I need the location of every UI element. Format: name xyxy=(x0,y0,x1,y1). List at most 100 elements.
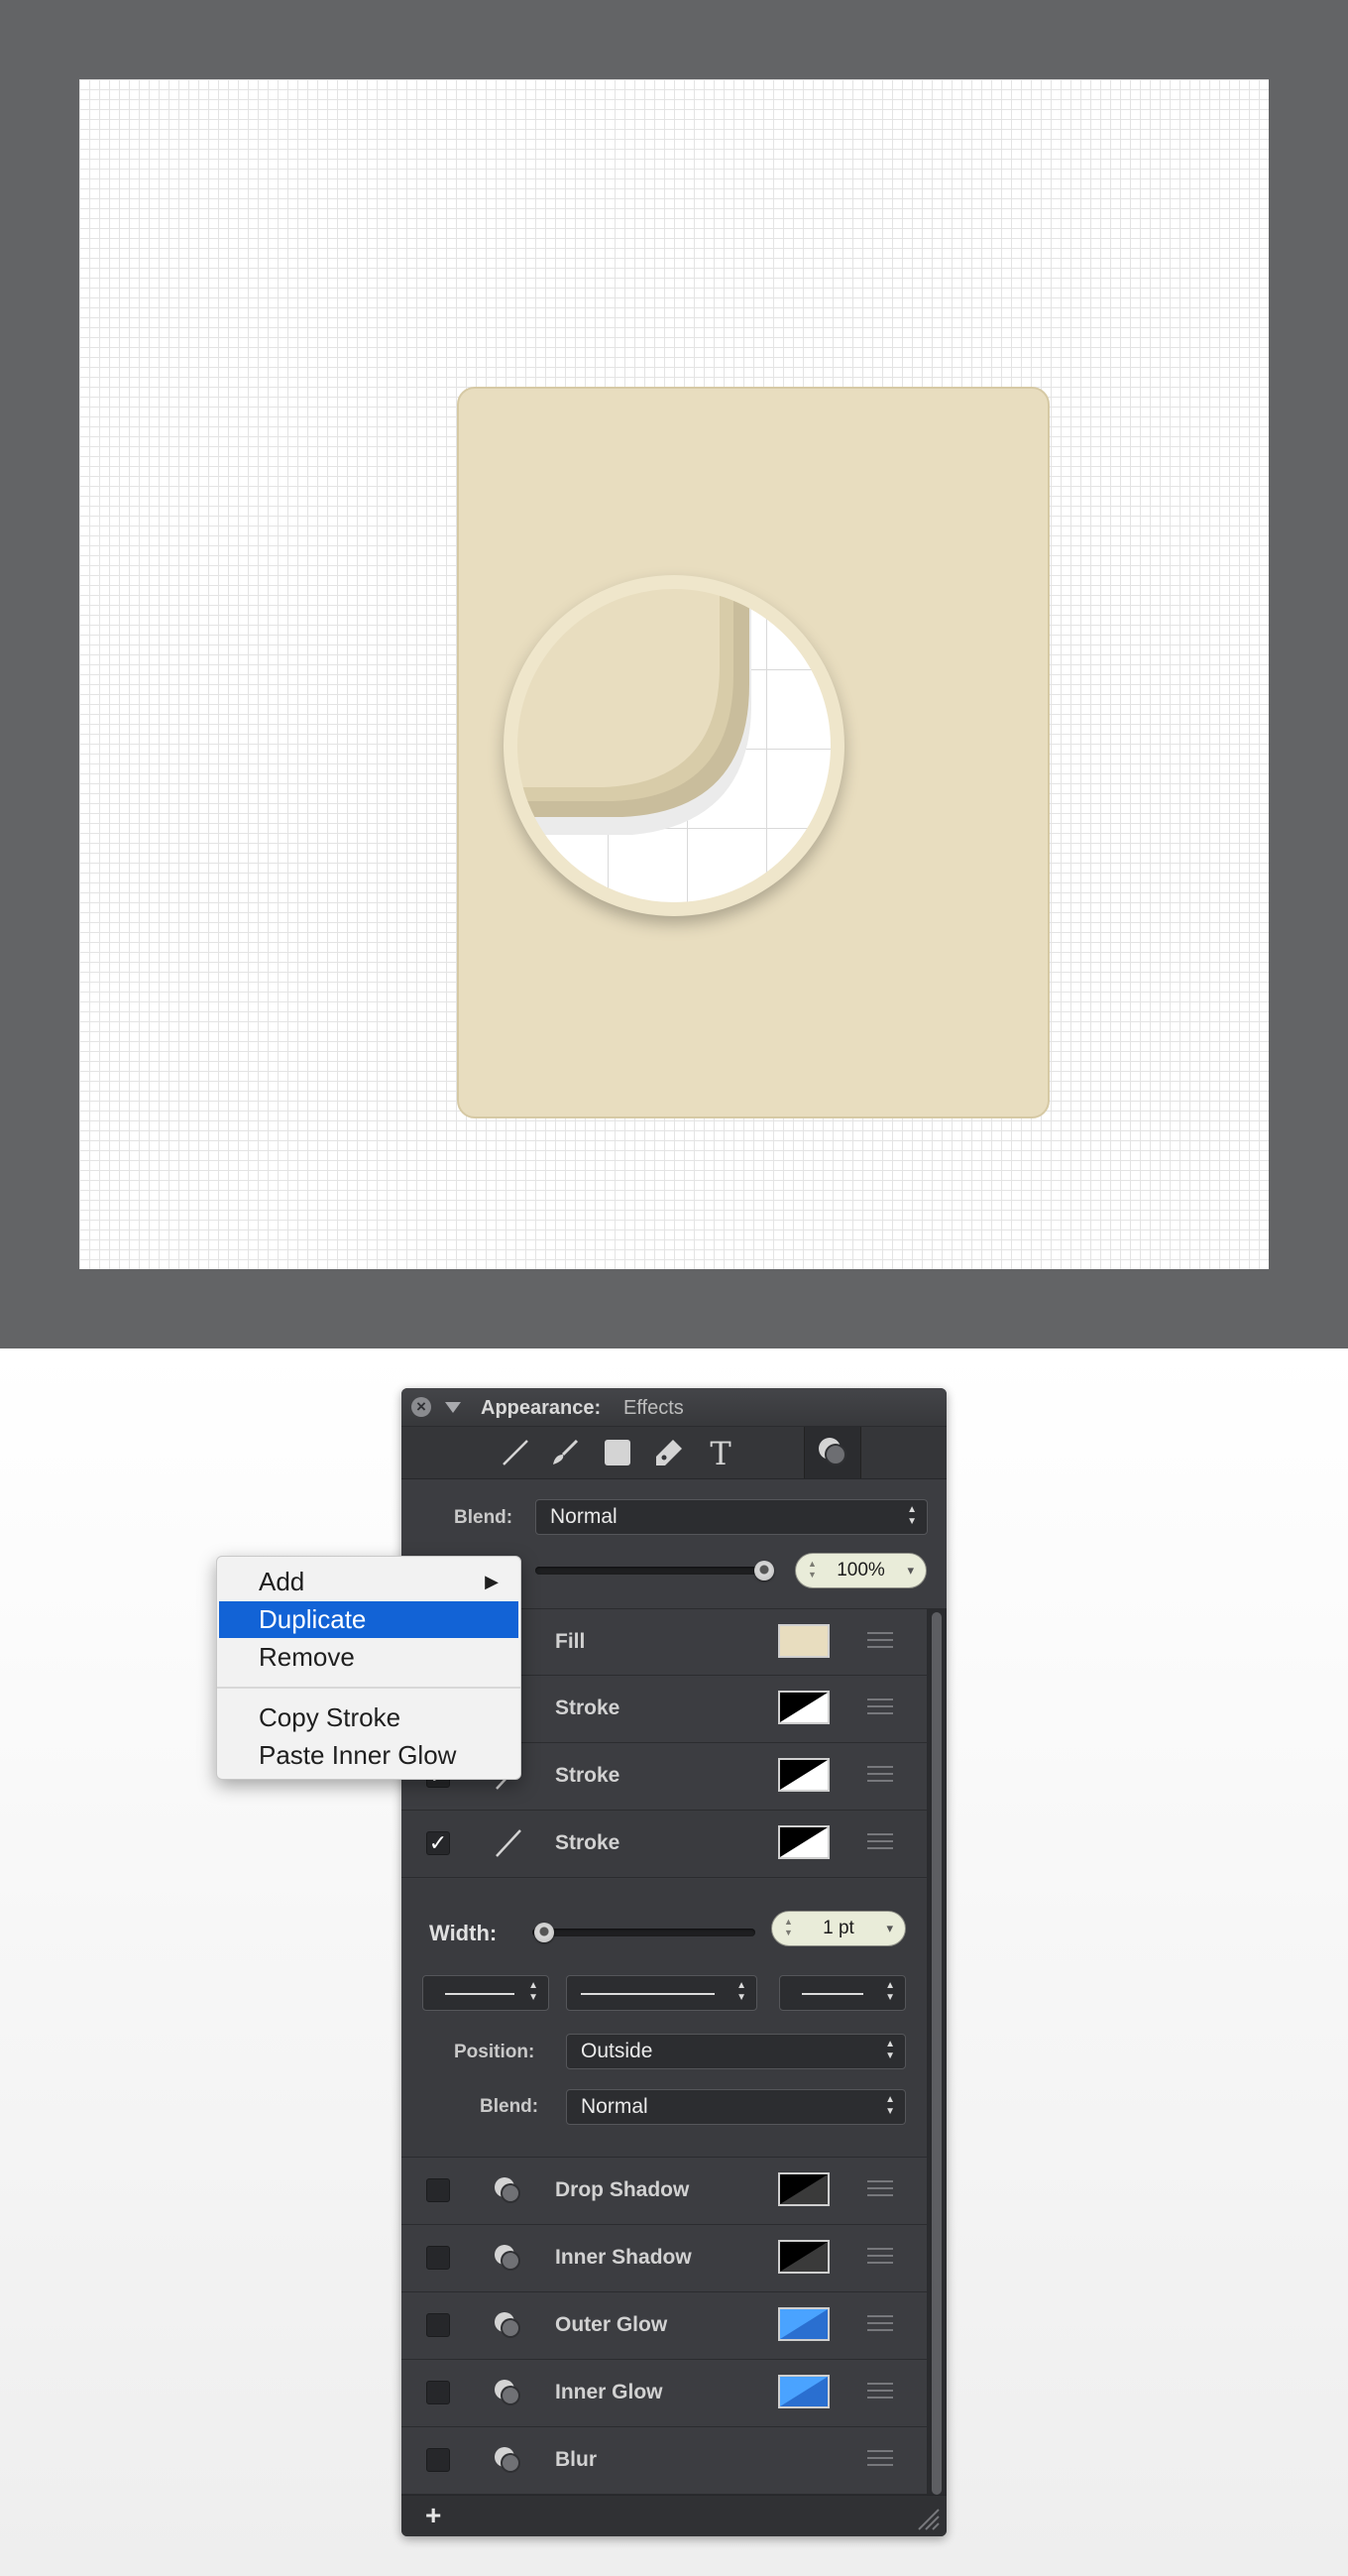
stroke-color-swatch[interactable] xyxy=(778,1825,830,1859)
menu-item-label: Copy Stroke xyxy=(259,1702,401,1732)
panel-title: Appearance: xyxy=(481,1397,602,1419)
stroke-blend-dropdown[interactable]: Normal ▲ ▼ xyxy=(566,2089,906,2125)
rectangle-tool-icon[interactable] xyxy=(596,1433,639,1472)
menu-item-label: Remove xyxy=(259,1642,355,1672)
submenu-arrow-icon: ▶ xyxy=(485,1572,499,1591)
effect-name: Drop Shadow xyxy=(555,2178,690,2201)
opacity-value: 100% xyxy=(837,1560,885,1581)
stroke-color-swatch[interactable] xyxy=(778,1691,830,1724)
stroke-settings: Width: ▲ ▼ 1 pt ▾ ▲ ▼ ▲ ▼ ▲ ▼ Position: Outs… xyxy=(401,1879,927,2158)
effect-name: Blur xyxy=(555,2448,597,2471)
drag-handle-icon[interactable] xyxy=(867,2315,893,2335)
menu-item-add[interactable]: Add ▶ xyxy=(217,1564,520,1600)
menu-item-paste-inner-glow[interactable]: Paste Inner Glow xyxy=(217,1737,520,1774)
scrollbar-thumb[interactable] xyxy=(932,1612,942,2495)
effects-tool-icon[interactable] xyxy=(804,1427,861,1478)
drag-handle-icon[interactable] xyxy=(867,2248,893,2268)
menu-separator xyxy=(217,1687,520,1689)
stepper-arrows-icon[interactable]: ▲ ▼ xyxy=(808,1559,817,1581)
updown-arrows-icon: ▲ ▼ xyxy=(885,2039,895,2061)
effect-icon xyxy=(491,2241,526,2282)
width-slider-knob[interactable] xyxy=(534,1923,554,1942)
blur-checkbox[interactable] xyxy=(426,2448,450,2472)
canvas-frame xyxy=(0,0,1348,1348)
drag-handle-icon[interactable] xyxy=(867,2450,893,2470)
fill-color-swatch[interactable] xyxy=(778,1624,830,1658)
chevron-down-icon[interactable]: ▾ xyxy=(886,1912,893,1945)
blend-mode-value: Normal xyxy=(550,1505,618,1528)
chevron-down-icon[interactable]: ▾ xyxy=(907,1554,914,1587)
width-stepper[interactable]: ▲ ▼ 1 pt ▾ xyxy=(771,1911,906,1946)
line-cap-dropdown[interactable]: ▲ ▼ xyxy=(566,1975,757,2011)
outer-glow-color-swatch[interactable] xyxy=(778,2307,830,2341)
inner-glow-color-swatch[interactable] xyxy=(778,2375,830,2408)
inner-shadow-color-swatch[interactable] xyxy=(778,2240,830,2274)
inner-glow-checkbox[interactable] xyxy=(426,2381,450,2404)
add-effect-button[interactable]: + xyxy=(425,2500,441,2531)
stroke-color-swatch[interactable] xyxy=(778,1758,830,1792)
panel-titlebar[interactable]: × Appearance: Effects xyxy=(401,1388,947,1427)
layer-name: Stroke xyxy=(555,1697,620,1719)
opacity-stepper[interactable]: ▲ ▼ 100% ▾ xyxy=(795,1553,927,1588)
drag-handle-icon[interactable] xyxy=(867,1632,893,1652)
menu-item-label: Add xyxy=(259,1567,305,1596)
layer-name: Stroke xyxy=(555,1831,620,1854)
drag-handle-icon[interactable] xyxy=(867,2180,893,2200)
menu-item-label: Paste Inner Glow xyxy=(259,1740,457,1770)
effect-icon xyxy=(491,2308,526,2349)
layer-name: Stroke xyxy=(555,1764,620,1787)
drag-handle-icon[interactable] xyxy=(867,1766,893,1786)
effect-name: Inner Glow xyxy=(555,2381,663,2403)
effect-row-blur[interactable]: Blur xyxy=(401,2427,927,2495)
layer-row-stroke-selected[interactable]: ✓ Stroke xyxy=(401,1811,927,1878)
updown-arrows-icon: ▲ ▼ xyxy=(528,1980,538,2003)
menu-item-copy-stroke[interactable]: Copy Stroke xyxy=(217,1699,520,1736)
pen-tool-icon[interactable] xyxy=(647,1433,691,1472)
opacity-slider-track[interactable] xyxy=(535,1567,768,1575)
effect-row-inner-shadow[interactable]: Inner Shadow xyxy=(401,2225,927,2292)
effect-icon xyxy=(491,2376,526,2416)
drag-handle-icon[interactable] xyxy=(867,2383,893,2402)
stroke-blend-value: Normal xyxy=(581,2095,648,2118)
line-tool-icon[interactable] xyxy=(494,1433,537,1472)
stroke-position-dropdown[interactable]: Outside ▲ ▼ xyxy=(566,2034,906,2069)
menu-item-duplicate[interactable]: Duplicate xyxy=(219,1601,518,1638)
effect-icon xyxy=(491,2443,526,2484)
blend-label: Blend: xyxy=(454,1507,513,1528)
effect-name: Inner Shadow xyxy=(555,2246,692,2269)
effect-icon xyxy=(491,2173,526,2214)
close-icon[interactable]: × xyxy=(411,1397,431,1417)
drag-handle-icon[interactable] xyxy=(867,1833,893,1853)
updown-arrows-icon: ▲ ▼ xyxy=(885,1980,895,2003)
stroke-icon xyxy=(491,1826,524,1865)
collapse-triangle-icon[interactable] xyxy=(445,1402,461,1413)
width-slider-track[interactable] xyxy=(532,1929,755,1936)
menu-item-remove[interactable]: Remove xyxy=(217,1639,520,1676)
drop-shadow-checkbox[interactable] xyxy=(426,2178,450,2202)
updown-arrows-icon: ▲ ▼ xyxy=(885,2094,895,2117)
drag-handle-icon[interactable] xyxy=(867,1698,893,1718)
width-label: Width: xyxy=(429,1921,498,1945)
context-menu: Add ▶ Duplicate Remove Copy Stroke Paste… xyxy=(216,1556,521,1780)
text-tool-icon[interactable]: T xyxy=(699,1433,742,1472)
effect-row-inner-glow[interactable]: Inner Glow xyxy=(401,2360,927,2427)
effect-name: Outer Glow xyxy=(555,2313,668,2336)
panel-footer: + xyxy=(401,2495,947,2536)
drop-shadow-color-swatch[interactable] xyxy=(778,2172,830,2206)
inner-shadow-checkbox[interactable] xyxy=(426,2246,450,2270)
stepper-arrows-icon[interactable]: ▲ ▼ xyxy=(784,1917,793,1938)
blend-mode-dropdown[interactable]: Normal ▲ ▼ xyxy=(535,1499,928,1535)
panel-toolbar: T xyxy=(401,1427,947,1479)
resize-grip-icon[interactable] xyxy=(915,2506,941,2531)
dash-style-dropdown[interactable]: ▲ ▼ xyxy=(422,1975,549,2011)
width-value: 1 pt xyxy=(823,1918,854,1938)
effect-row-outer-glow[interactable]: Outer Glow xyxy=(401,2292,927,2360)
opacity-slider-knob[interactable] xyxy=(754,1561,774,1581)
brush-tool-icon[interactable] xyxy=(543,1433,587,1472)
stroke-checkbox[interactable]: ✓ xyxy=(426,1831,450,1855)
line-join-dropdown[interactable]: ▲ ▼ xyxy=(779,1975,906,2011)
effect-row-drop-shadow[interactable]: Drop Shadow xyxy=(401,2158,927,2225)
outer-glow-checkbox[interactable] xyxy=(426,2313,450,2337)
svg-text:T: T xyxy=(710,1437,731,1468)
stroke-blend-label: Blend: xyxy=(480,2096,539,2117)
